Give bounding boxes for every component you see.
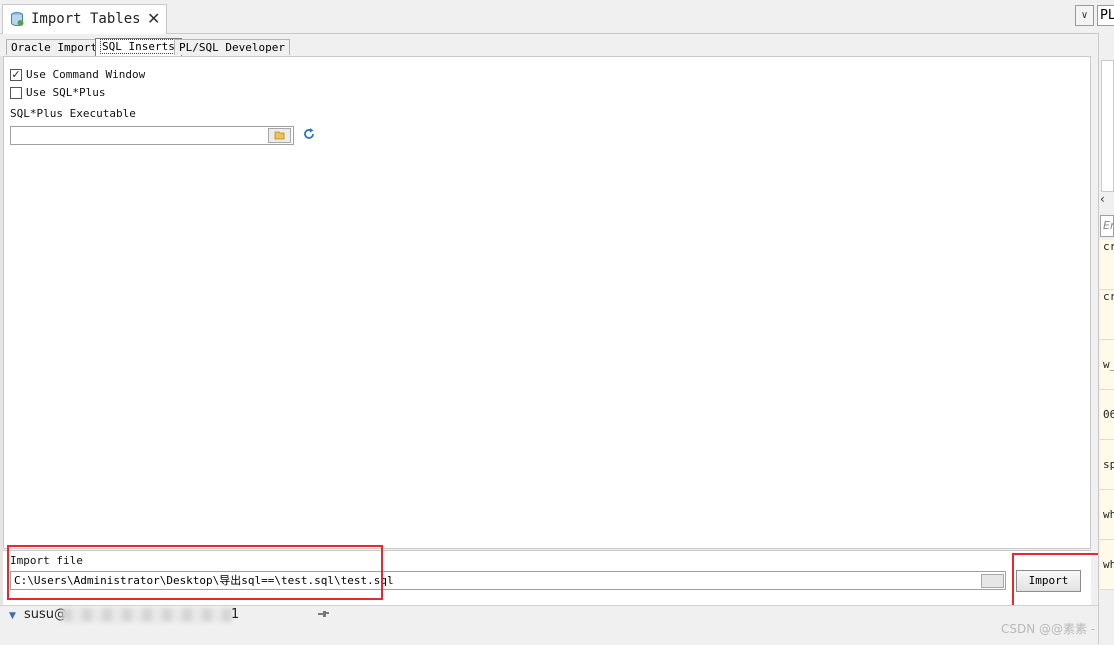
use-command-window-label: Use Command Window: [26, 68, 146, 81]
tab-title: Import Tables: [31, 11, 141, 27]
import-tables-tab[interactable]: Import Tables ✕: [2, 4, 167, 34]
right-panel-item[interactable]: cr: [1100, 290, 1114, 340]
triangle-down-icon[interactable]: ▼: [9, 611, 16, 621]
right-panel-item[interactable]: sp: [1100, 440, 1114, 490]
window-list-dropdown-button[interactable]: ∨: [1075, 5, 1094, 26]
tab-oracle-import[interactable]: Oracle Import: [6, 39, 103, 55]
sqlplus-executable-input[interactable]: [10, 126, 294, 145]
redacted-connection-info: [62, 608, 232, 622]
right-panel-item[interactable]: w_: [1100, 340, 1114, 390]
use-sqlplus-checkbox[interactable]: [10, 87, 22, 99]
tab-sql-inserts[interactable]: SQL Inserts: [95, 38, 182, 56]
tab-plsql-developer[interactable]: PL/SQL Developer: [174, 39, 290, 55]
folder-open-icon: [274, 131, 285, 140]
right-toolbar-combo[interactable]: PL: [1097, 5, 1114, 26]
tab-label: Oracle Import: [11, 41, 98, 54]
database-import-icon: [11, 12, 24, 26]
right-panel-list: [1101, 60, 1114, 192]
right-panel-item[interactable]: wh: [1100, 540, 1114, 590]
use-command-window-checkbox[interactable]: ✓: [10, 69, 22, 81]
connection-suffix: 1: [231, 607, 240, 622]
close-icon[interactable]: ✕: [147, 9, 160, 28]
right-panel-item[interactable]: wh: [1100, 490, 1114, 540]
browse-executable-button[interactable]: [268, 128, 291, 143]
watermark-text: CSDN @@素素 -: [1001, 622, 1096, 636]
pin-icon[interactable]: [316, 607, 330, 621]
right-panel-item[interactable]: cr: [1100, 240, 1114, 290]
chevron-left-icon[interactable]: ‹: [1100, 192, 1114, 206]
right-panel-filter-input[interactable]: Er: [1100, 215, 1114, 237]
highlight-import-file: [7, 545, 383, 600]
right-panel-item[interactable]: 06: [1100, 390, 1114, 440]
connection-label[interactable]: susu@: [24, 607, 67, 622]
use-sqlplus-label: Use SQL*Plus: [26, 86, 106, 99]
refresh-icon[interactable]: [302, 127, 316, 141]
browse-file-button[interactable]: [981, 574, 1004, 588]
tab-label: SQL Inserts: [100, 39, 177, 54]
sqlplus-executable-label: SQL*Plus Executable: [10, 107, 136, 120]
tab-label: PL/SQL Developer: [179, 41, 285, 54]
